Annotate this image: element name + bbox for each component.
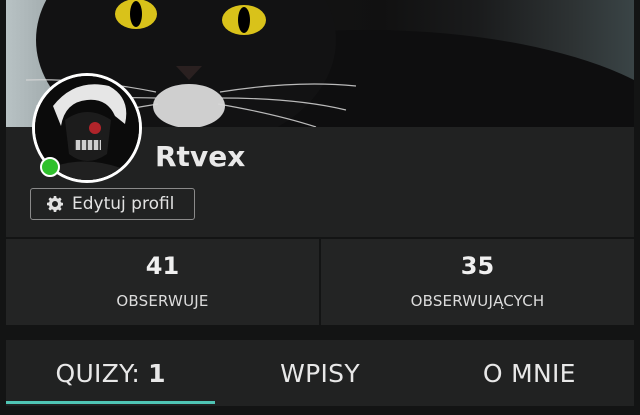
stats-bar: 41 OBSERWUJE 35 OBSERWUJĄCYCH: [6, 239, 634, 325]
profile-tabs: QUIZY: 1 WPISY O MNIE: [6, 340, 634, 406]
edit-profile-label: Edytuj profil: [72, 194, 175, 214]
tab-posts[interactable]: WPISY: [215, 340, 424, 406]
followers-label: OBSERWUJĄCYCH: [410, 292, 545, 310]
username: Rtvex: [155, 140, 246, 173]
tab-about-label: O MNIE: [482, 358, 576, 388]
following-count: 41: [145, 252, 180, 280]
followers-count: 35: [460, 252, 495, 280]
stat-followers[interactable]: 35 OBSERWUJĄCYCH: [321, 239, 634, 325]
tab-quizzes[interactable]: QUIZY: 1: [6, 340, 216, 406]
edit-profile-button[interactable]: Edytuj profil: [30, 188, 195, 220]
online-status-dot: [40, 157, 60, 177]
following-label: OBSERWUJE: [116, 292, 209, 310]
gear-icon: [47, 196, 64, 212]
stat-following[interactable]: 41 OBSERWUJE: [6, 239, 319, 325]
tab-quizzes-label: QUIZY:: [55, 358, 141, 388]
profile-page: Rtvex Edytuj profil 41 OBSERWUJE 35 OBSE…: [6, 0, 634, 415]
profile-header: Rtvex Edytuj profil: [6, 73, 634, 237]
tab-about[interactable]: O MNIE: [425, 340, 634, 406]
tab-posts-label: WPISY: [280, 358, 360, 388]
tab-quizzes-count: 1: [148, 358, 166, 388]
